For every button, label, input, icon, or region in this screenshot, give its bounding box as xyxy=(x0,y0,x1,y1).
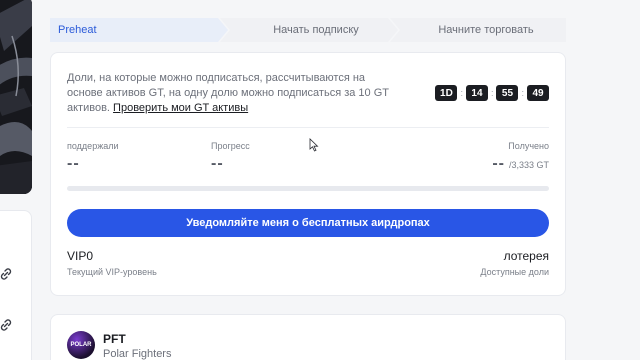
link-icon[interactable] xyxy=(0,267,13,281)
countdown-minutes: 55 xyxy=(496,85,519,101)
received-total: /3,333 GT xyxy=(508,160,549,170)
progress-bar xyxy=(67,186,549,191)
page: Preheat Начать подписку Начните торговат… xyxy=(0,0,640,360)
countdown-separator: : xyxy=(521,88,524,98)
step-preheat: Preheat xyxy=(50,18,228,42)
link-icon[interactable] xyxy=(0,318,13,332)
project-card[interactable]: POLAR PFT Polar Fighters xyxy=(50,314,566,360)
countdown-separator: : xyxy=(490,88,494,98)
avatar-text: POLAR xyxy=(70,342,92,348)
available-shares-label: Доступные доли xyxy=(480,267,549,277)
countdown-days: 1D xyxy=(435,85,458,101)
supported-value: -- xyxy=(67,155,80,172)
notify-airdrops-button[interactable]: Уведомляйте меня о бесплатных аирдропах xyxy=(67,209,549,237)
received-value: -- xyxy=(492,155,505,172)
check-gt-assets-link[interactable]: Проверить мои GT активы xyxy=(113,102,248,114)
progress-stepper: Preheat Начать подписку Начните торговат… xyxy=(50,18,566,42)
side-panel xyxy=(0,210,32,360)
project-banner-image xyxy=(0,0,32,194)
project-name: Polar Fighters xyxy=(103,348,172,360)
step-start-trading: Начните торговать xyxy=(390,18,566,42)
vip-level-label: Текущий VIP-уровень xyxy=(67,267,157,277)
progress-value: -- xyxy=(211,155,224,172)
countdown-separator: : xyxy=(460,88,463,98)
project-symbol: PFT xyxy=(103,332,126,346)
step-start-subscription: Начать подписку xyxy=(220,18,398,42)
subscription-card: Доли, на которые можно подписаться, расс… xyxy=(50,52,566,296)
received-label: Получено xyxy=(508,141,549,151)
countdown-hours: 14 xyxy=(465,85,488,101)
available-shares-value: лотерея xyxy=(503,249,549,263)
received-value-group: --/3,333 GT xyxy=(492,155,549,173)
subscription-description: Доли, на которые можно подписаться, расс… xyxy=(67,71,397,116)
vip-level-value: VIP0 xyxy=(67,249,94,263)
divider xyxy=(67,127,549,128)
countdown-seconds: 49 xyxy=(527,85,549,101)
project-avatar: POLAR xyxy=(67,331,95,359)
countdown-timer: 1D : 14 : 55 : 49 xyxy=(435,85,549,101)
supported-label: поддержали xyxy=(67,141,119,151)
mouse-cursor-icon xyxy=(309,138,319,152)
progress-label: Прогресс xyxy=(211,141,250,151)
